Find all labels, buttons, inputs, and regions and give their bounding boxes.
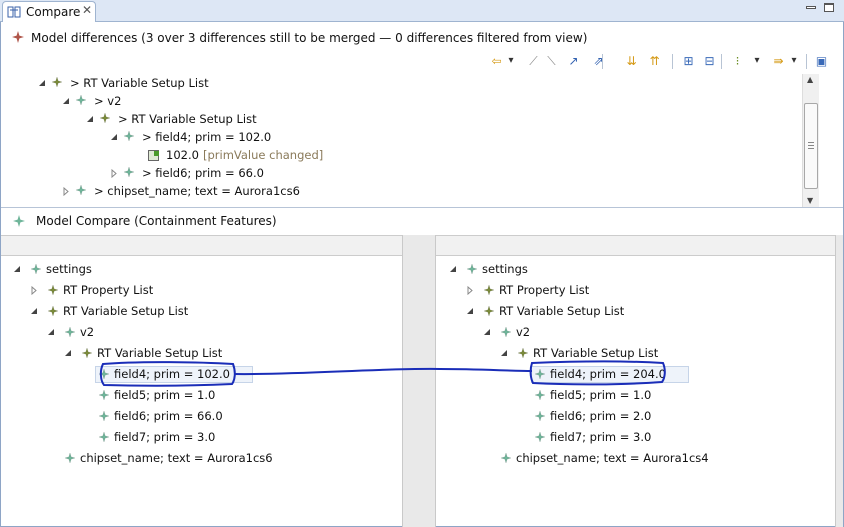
annotation-circle-right [529,360,666,386]
annotation-overlay [99,360,666,387]
annotation-circle-left [99,361,236,387]
annotation-link-line [233,367,533,376]
